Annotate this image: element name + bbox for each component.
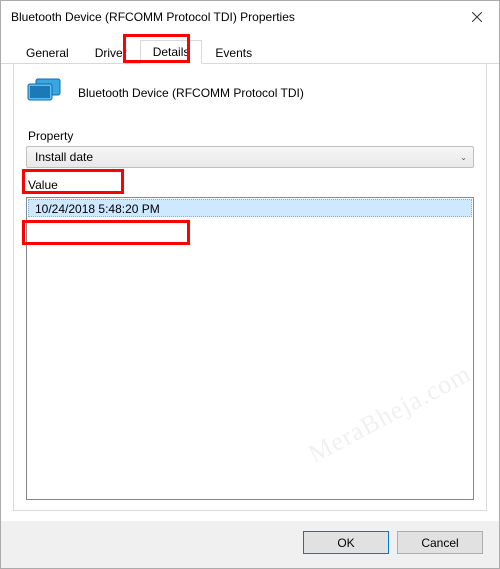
close-button[interactable] bbox=[454, 1, 499, 33]
monitor-icon bbox=[26, 76, 66, 109]
value-label: Value bbox=[28, 178, 474, 192]
close-icon bbox=[472, 9, 482, 25]
chevron-down-icon: ⌄ bbox=[460, 153, 467, 162]
tab-driver[interactable]: Driver bbox=[82, 41, 140, 64]
tab-general[interactable]: General bbox=[13, 41, 82, 64]
property-dropdown[interactable]: Install date ⌄ bbox=[26, 146, 474, 168]
property-label: Property bbox=[28, 129, 474, 143]
button-bar: OK Cancel bbox=[1, 521, 499, 568]
device-header: Bluetooth Device (RFCOMM Protocol TDI) bbox=[26, 76, 474, 109]
tab-strip: General Driver Details Events bbox=[1, 39, 499, 64]
tab-content: Bluetooth Device (RFCOMM Protocol TDI) P… bbox=[13, 64, 487, 511]
value-item[interactable]: 10/24/2018 5:48:20 PM bbox=[28, 199, 472, 217]
property-selected: Install date bbox=[35, 150, 93, 164]
value-listbox[interactable]: 10/24/2018 5:48:20 PM bbox=[26, 197, 474, 500]
tab-details[interactable]: Details bbox=[140, 40, 203, 64]
ok-button[interactable]: OK bbox=[303, 531, 389, 554]
cancel-button[interactable]: Cancel bbox=[397, 531, 483, 554]
device-name: Bluetooth Device (RFCOMM Protocol TDI) bbox=[78, 86, 304, 100]
window-title: Bluetooth Device (RFCOMM Protocol TDI) P… bbox=[11, 10, 454, 24]
tab-events[interactable]: Events bbox=[202, 41, 265, 64]
titlebar: Bluetooth Device (RFCOMM Protocol TDI) P… bbox=[1, 1, 499, 33]
properties-window: Bluetooth Device (RFCOMM Protocol TDI) P… bbox=[0, 0, 500, 569]
